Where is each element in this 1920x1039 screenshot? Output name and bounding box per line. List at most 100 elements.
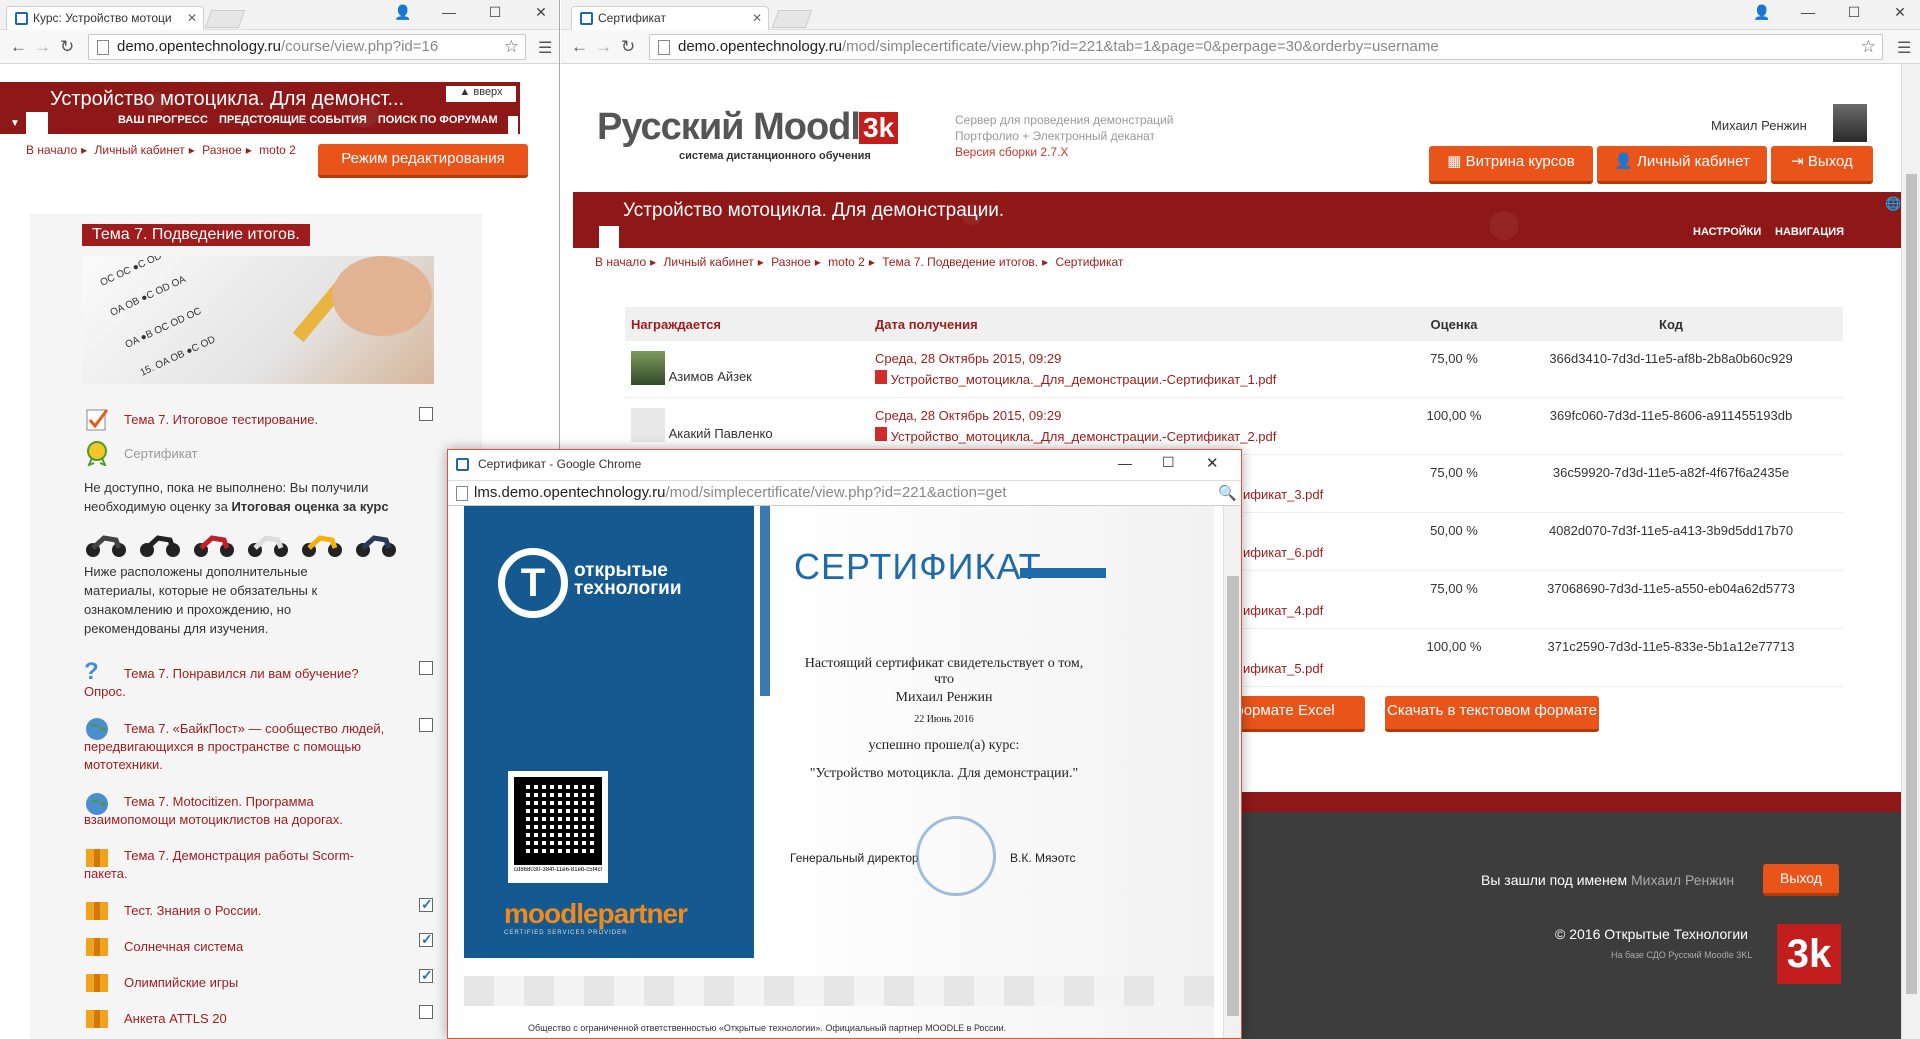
user-avatar[interactable] (1833, 104, 1867, 142)
maximize-icon[interactable]: ☐ (1162, 454, 1175, 471)
forum-search-link[interactable]: ПОИСК ПО ФОРУМАМ (378, 114, 498, 126)
right-tab[interactable]: Сертификат ✕ (571, 6, 769, 30)
maximize-icon[interactable]: ☐ (472, 4, 518, 21)
server-info: Сервер для проведения демонстраций Портф… (955, 113, 1174, 159)
zoom-icon[interactable]: 🔍 (1218, 484, 1237, 502)
activity-solar-system[interactable]: Солнечная система (124, 938, 243, 956)
activity-checkbox-attls[interactable] (419, 1005, 433, 1019)
crumb-home[interactable]: В начало (595, 255, 646, 269)
svg-text:OC OC ●C OD: OC OC ●C OD (99, 256, 164, 289)
col-date[interactable]: Дата получения (869, 307, 1409, 341)
footer-logout-button[interactable]: Выход (1763, 864, 1839, 896)
reload-icon[interactable]: ↻ (621, 37, 635, 57)
avatar[interactable] (631, 408, 665, 442)
bookmark-star-icon[interactable]: ☆ (504, 37, 519, 57)
crumb-moto2[interactable]: moto 2 (259, 143, 296, 157)
scrollbar-thumb[interactable] (1227, 576, 1239, 1016)
popup-address-bar[interactable]: lms.demo.opentechnology.ru/mod/simplecer… (448, 480, 1241, 506)
activity-survey[interactable]: Тема 7. Понравился ли вам обучение? Опрос… (84, 665, 404, 701)
scrollbar-thumb[interactable] (1906, 174, 1917, 994)
pdf-link[interactable]: ификат_5.pdf (1243, 661, 1323, 676)
crumb-dashboard[interactable]: Личный кабинет (664, 255, 754, 269)
back-icon[interactable]: ← (571, 37, 588, 57)
back-icon[interactable]: ← (10, 37, 27, 57)
chrome-menu-icon[interactable]: ☰ (538, 38, 552, 58)
col-code[interactable]: Код (1499, 307, 1843, 341)
footer-logo-badge: 3k (1777, 924, 1841, 984)
activity-checkbox-solar[interactable] (419, 931, 433, 948)
logout-button[interactable]: ⇥ Выход (1771, 146, 1873, 184)
new-tab-button[interactable] (771, 10, 813, 28)
minimize-icon[interactable]: — (1785, 4, 1831, 21)
forward-icon[interactable]: → (595, 37, 612, 57)
crumb-misc[interactable]: Разное (771, 255, 811, 269)
activity-olympics[interactable]: Олимпийские игры (124, 974, 238, 992)
chrome-menu-icon[interactable]: ☰ (1897, 38, 1911, 58)
progress-link[interactable]: ВАШ ПРОГРЕСС (118, 114, 208, 126)
settings-link[interactable]: НАСТРОЙКИ (1693, 226, 1761, 238)
pdf-link[interactable]: ификат_4.pdf (1243, 603, 1323, 618)
maximize-icon[interactable]: ☐ (1831, 4, 1877, 21)
course-catalog-button[interactable]: ▦ Витрина курсов (1429, 146, 1593, 184)
activity-bikepost[interactable]: Тема 7. «БайкПост» — сообщество людей, п… (84, 720, 404, 774)
banner-scroll-icon (508, 116, 518, 134)
pdf-link[interactable]: ификат_6.pdf (1243, 545, 1323, 560)
site-logo[interactable]: Русский Moodle 3k система дистанционного… (597, 106, 899, 166)
activity-motocitizen[interactable]: Тема 7. Motocitizen. Программа взаимопом… (84, 793, 374, 829)
reload-icon[interactable]: ↻ (60, 37, 74, 57)
right-address-bar[interactable]: demo.opentechnology.ru/mod/simplecertifi… (649, 34, 1883, 60)
new-tab-button[interactable] (204, 10, 246, 28)
activity-checkbox-olympics[interactable] (419, 967, 433, 984)
close-tab-icon[interactable]: ✕ (187, 11, 197, 25)
activity-checkbox-bikepost[interactable] (419, 718, 433, 732)
activity-attls[interactable]: Анкета ATTLS 20 (124, 1010, 227, 1028)
close-window-icon[interactable]: ✕ (1877, 4, 1920, 21)
pdf-link[interactable]: Устройство_мотоцикла._Для_демонстрации.-… (891, 372, 1277, 387)
forward-icon[interactable]: → (34, 37, 51, 57)
col-grade[interactable]: Оценка (1409, 307, 1499, 341)
activity-certificate: Сертификат (124, 446, 198, 461)
events-link[interactable]: ПРЕДСТОЯЩИЕ СОБЫТИЯ (219, 114, 367, 126)
user-icon[interactable]: 👤 (380, 4, 426, 21)
header-user-name[interactable]: Михаил Ренжин (1711, 118, 1807, 133)
col-awardee[interactable]: Награждается (625, 307, 869, 341)
activity-final-test[interactable]: Тема 7. Итоговое тестирование. (124, 411, 318, 429)
close-window-icon[interactable]: ✕ (518, 4, 559, 21)
bookmark-star-icon[interactable]: ☆ (1861, 37, 1876, 57)
activity-checkbox-survey[interactable] (419, 661, 433, 675)
activity-checkbox-1[interactable] (419, 407, 433, 421)
crumb-moto2[interactable]: moto 2 (828, 255, 865, 269)
dashboard-button[interactable]: 👤 Личный кабинет (1597, 146, 1767, 184)
crumb-home[interactable]: В начало (26, 143, 77, 157)
right-course-title: Устройство мотоцикла. Для демонстрации. (623, 200, 1005, 221)
user-icon[interactable]: 👤 (1739, 4, 1785, 21)
left-tab[interactable]: Курс: Устройство мотоци ✕ (6, 6, 204, 30)
crumb-section[interactable]: Тема 7. Подведение итогов. (882, 255, 1038, 269)
close-tab-icon[interactable]: ✕ (752, 11, 762, 25)
logged-user-link[interactable]: Михаил Ренжин (1631, 872, 1734, 888)
minimize-icon[interactable]: — (426, 4, 472, 21)
download-text-button[interactable]: Скачать в текстовом формате (1385, 696, 1599, 732)
crumb-certificate[interactable]: Сертификат (1055, 255, 1123, 269)
pdf-link[interactable]: ификат_3.pdf (1243, 487, 1323, 502)
left-address-bar[interactable]: demo.opentechnology.ru/course/view.php?i… (88, 34, 526, 60)
popup-scrollbar[interactable] (1223, 506, 1241, 1038)
activity-scorm-demo[interactable]: Тема 7. Демонстрация работы Scorm-пакета… (84, 847, 384, 883)
close-window-icon[interactable]: ✕ (1206, 454, 1219, 472)
navigation-link[interactable]: НАВИГАЦИЯ (1775, 226, 1844, 238)
avatar[interactable] (631, 351, 665, 385)
pdf-link[interactable]: Устройство_мотоцикла._Для_демонстрации.-… (891, 429, 1277, 444)
page-icon (97, 40, 109, 55)
right-scrollbar[interactable] (1901, 64, 1920, 1039)
crumb-dashboard[interactable]: Личный кабинет (95, 143, 185, 157)
minimize-icon[interactable]: — (1118, 455, 1132, 471)
crumb-misc[interactable]: Разное (202, 143, 242, 157)
grade-cell: 100,00 % (1409, 628, 1499, 687)
edit-mode-button[interactable]: Режим редактирования (318, 144, 528, 178)
right-course-banner: Устройство мотоцикла. Для демонстрации. … (573, 192, 1903, 248)
activity-checkbox-russia[interactable] (419, 896, 433, 913)
banner-toggle-icon[interactable]: ▼ (10, 118, 20, 129)
top-link[interactable]: ▲ вверх (446, 86, 516, 102)
globe-icon[interactable]: 🌐 (1885, 196, 1901, 212)
activity-russia-test[interactable]: Тест. Знания о России. (124, 902, 261, 920)
